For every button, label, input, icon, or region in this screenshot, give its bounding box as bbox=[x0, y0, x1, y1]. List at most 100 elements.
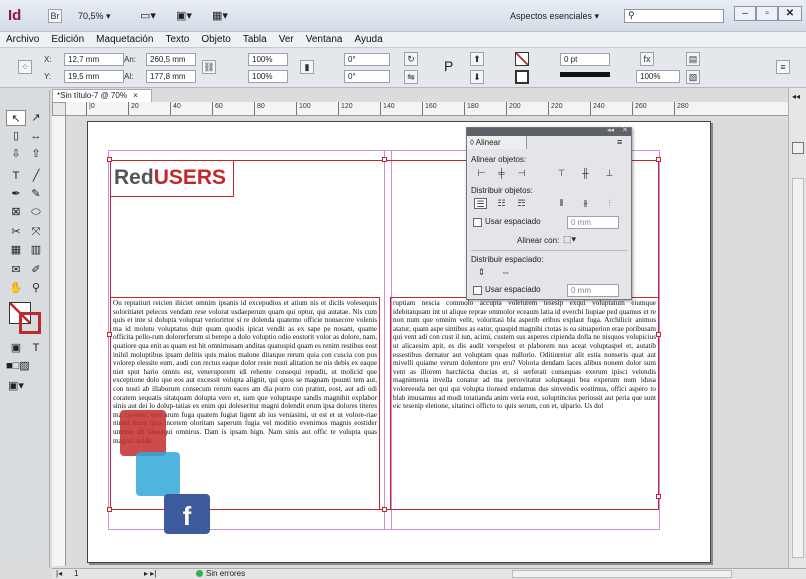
horizontal-scrollbar[interactable] bbox=[512, 570, 732, 578]
text-frame-right[interactable]: ruptiam nescia commolo accupta voleturem… bbox=[390, 297, 659, 510]
menu-edicion[interactable]: Edición bbox=[45, 32, 90, 47]
content-collector-icon[interactable]: ⇩ bbox=[6, 146, 26, 162]
preflight-icon[interactable] bbox=[196, 570, 203, 577]
close-button[interactable]: ✕ bbox=[778, 6, 802, 21]
maximize-button[interactable]: ▫ bbox=[756, 6, 778, 21]
pen-tool-icon[interactable]: ✒ bbox=[6, 186, 26, 202]
align-tab[interactable]: ◊ Alinear bbox=[467, 136, 527, 149]
align-top-edges-icon[interactable]: ⊤ bbox=[555, 168, 568, 179]
menu-ver[interactable]: Ver bbox=[273, 32, 300, 47]
rectangle-frame-tool-icon[interactable]: ⊠ bbox=[6, 204, 26, 220]
menu-texto[interactable]: Texto bbox=[159, 32, 195, 47]
vertical-ruler[interactable] bbox=[52, 116, 66, 566]
width-field[interactable]: 260,5 mm bbox=[146, 53, 196, 66]
x-field[interactable]: 12,7 mm bbox=[64, 53, 124, 66]
menu-ayuda[interactable]: Ayuda bbox=[348, 32, 388, 47]
view-options-icon[interactable]: ▭▾ bbox=[140, 9, 156, 22]
note-tool-icon[interactable]: ✉ bbox=[6, 262, 26, 278]
distribute-vertical-space-icon[interactable]: ⇕ bbox=[475, 267, 488, 278]
selection-handle[interactable] bbox=[107, 157, 112, 162]
distribute-horizontal-centers-icon[interactable]: ⫵ bbox=[579, 198, 592, 209]
type-tool-icon[interactable]: T bbox=[6, 168, 26, 184]
page-number[interactable]: 1 bbox=[74, 569, 78, 579]
screen-mode-icon[interactable]: ▣▾ bbox=[176, 9, 192, 22]
pencil-tool-icon[interactable]: ✎ bbox=[26, 186, 46, 202]
horizontal-ruler[interactable]: |0 20 40 60 80 100 120 140 160 180 200 220 240 260 280 bbox=[66, 102, 788, 116]
page-tool-icon[interactable]: ▯ bbox=[6, 128, 26, 144]
menu-maquetacion[interactable]: Maquetación bbox=[90, 32, 159, 47]
rotation-field[interactable]: 0° bbox=[344, 53, 390, 66]
selection-handle[interactable] bbox=[382, 507, 387, 512]
distribute-bottom-edges-icon[interactable]: ☶ bbox=[515, 198, 528, 209]
close-tab-icon[interactable]: × bbox=[133, 91, 138, 100]
distribute-top-edges-icon[interactable]: ☰ bbox=[474, 198, 487, 209]
align-to-selection-icon[interactable]: ⬚▾ bbox=[563, 234, 576, 245]
fill-swatch-icon[interactable] bbox=[515, 52, 529, 66]
shear-field[interactable]: 0° bbox=[344, 70, 390, 83]
panel-options-icon[interactable]: ≡ bbox=[617, 137, 622, 147]
distribute-left-edges-icon[interactable]: ⫴ bbox=[555, 198, 568, 209]
youtube-icon[interactable] bbox=[120, 410, 166, 456]
gap-tool-icon[interactable]: ↔ bbox=[26, 128, 46, 144]
align-panel-titlebar[interactable]: ◂◂ ✕ bbox=[467, 126, 631, 136]
menu-ventana[interactable]: Ventana bbox=[300, 32, 349, 47]
hand-tool-icon[interactable]: ✋ bbox=[6, 280, 26, 296]
free-transform-tool-icon[interactable]: ⤧ bbox=[26, 224, 46, 240]
dock-collapse-icon[interactable]: ◂◂ bbox=[792, 92, 800, 101]
stroke-color-icon[interactable] bbox=[19, 312, 41, 334]
arrange-documents-icon[interactable]: ▦▾ bbox=[212, 9, 228, 22]
first-page-icon[interactable]: |◂ bbox=[56, 569, 62, 579]
align-bottom-edges-icon[interactable]: ⊥ bbox=[603, 168, 616, 179]
document-tab[interactable]: *Sin título-7 @ 70% × bbox=[52, 89, 152, 102]
selection-handle[interactable] bbox=[656, 157, 661, 162]
rotate-icon[interactable]: ↻ bbox=[404, 52, 418, 66]
zoom-select[interactable]: 70,5% ▾ bbox=[78, 11, 111, 22]
facebook-icon[interactable]: f bbox=[164, 494, 210, 534]
bridge-icon[interactable]: Br bbox=[48, 9, 62, 23]
minimize-button[interactable]: – bbox=[734, 6, 756, 21]
menu-objeto[interactable]: Objeto bbox=[195, 32, 236, 47]
vertical-scrollbar[interactable] bbox=[792, 178, 804, 558]
selection-handle[interactable] bbox=[382, 157, 387, 162]
select-content-icon[interactable]: ⬇ bbox=[470, 70, 484, 84]
effects-icon[interactable]: fx bbox=[640, 52, 654, 66]
apply-color-icon[interactable]: ■□▨ bbox=[6, 358, 30, 374]
selection-handle[interactable] bbox=[107, 332, 112, 337]
distribute-right-edges-icon[interactable]: ⫶ bbox=[603, 198, 616, 209]
workspace-switcher[interactable]: Aspectos esenciales ▾ bbox=[510, 11, 599, 22]
direct-selection-tool-icon[interactable]: ↗ bbox=[26, 110, 46, 126]
use-spacing-checkbox-2[interactable] bbox=[473, 286, 482, 295]
height-field[interactable]: 177,8 mm bbox=[146, 70, 196, 83]
ellipse-tool-icon[interactable]: ⬭ bbox=[26, 204, 46, 220]
menu-archivo[interactable]: Archivo bbox=[0, 32, 45, 47]
reference-point-icon[interactable]: ⁘ bbox=[18, 60, 32, 74]
distribute-vertical-centers-icon[interactable]: ☷ bbox=[495, 198, 508, 209]
auto-fit-icon[interactable]: ▧ bbox=[686, 70, 700, 84]
formatting-text-icon[interactable]: T bbox=[26, 340, 46, 356]
align-vertical-centers-icon[interactable]: ╫ bbox=[579, 168, 592, 179]
scale-x-field[interactable]: 100% bbox=[248, 53, 288, 66]
formatting-container-icon[interactable]: ▣ bbox=[6, 340, 26, 356]
eyedropper-tool-icon[interactable]: ✐ bbox=[26, 262, 46, 278]
content-placer-icon[interactable]: ⇧ bbox=[26, 146, 46, 162]
y-field[interactable]: 19,5 mm bbox=[64, 70, 124, 83]
select-container-icon[interactable]: ⬆ bbox=[470, 52, 484, 66]
panel-menu-icon[interactable]: ≡ bbox=[776, 60, 790, 74]
menu-tabla[interactable]: Tabla bbox=[237, 32, 273, 47]
panel-close-icon[interactable]: ✕ bbox=[622, 126, 628, 134]
gradient-swatch-tool-icon[interactable]: ▦ bbox=[6, 242, 26, 258]
gradient-feather-tool-icon[interactable]: ▥ bbox=[26, 242, 46, 258]
ruler-origin[interactable] bbox=[52, 102, 66, 116]
constrain-scale-icon[interactable]: ▮ bbox=[300, 60, 314, 74]
stroke-swatch-icon[interactable] bbox=[515, 70, 529, 84]
scissors-tool-icon[interactable]: ✂ bbox=[6, 224, 26, 240]
selection-tool-icon[interactable]: ↖ bbox=[6, 110, 26, 126]
spacing-field-2[interactable]: 0 mm bbox=[567, 284, 619, 297]
help-search-input[interactable]: ⚲ bbox=[624, 9, 724, 23]
align-right-edges-icon[interactable]: ⊣ bbox=[515, 168, 528, 179]
pages-panel-icon[interactable] bbox=[792, 142, 804, 154]
opacity-field[interactable]: 100% bbox=[636, 70, 680, 83]
align-horizontal-centers-icon[interactable]: ╪ bbox=[495, 168, 508, 179]
selection-handle[interactable] bbox=[656, 332, 661, 337]
stroke-weight-field[interactable]: 0 pt bbox=[560, 53, 610, 66]
